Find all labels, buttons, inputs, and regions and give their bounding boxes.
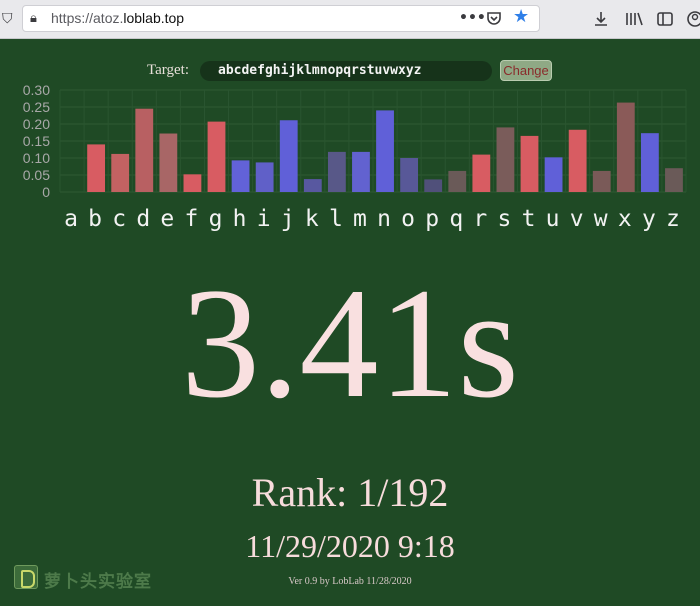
x-tick-label: g [209,206,223,232]
y-tick-label: 0.10 [23,150,50,166]
bar-i [255,162,274,192]
bar-q [448,170,467,192]
bar-z [665,168,683,192]
y-tick-label: 0.30 [23,83,50,98]
download-icon[interactable] [592,10,610,32]
chart-grid [59,89,687,193]
x-tick-label: o [401,206,415,232]
pocket-icon[interactable] [485,9,503,31]
x-tick-label: b [88,206,102,232]
x-tick-label: r [473,206,487,232]
bar-r [472,154,491,192]
loblab-logo-mark [14,565,38,589]
x-tick-label: x [618,206,632,232]
more-icon[interactable]: ••• [459,9,486,27]
library-icon[interactable] [624,10,644,32]
url-prefix: https://atoz. [51,10,124,26]
x-tick-label: t [522,206,536,232]
y-tick-label: 0 [42,184,50,200]
elapsed-time: 3.41s [181,256,519,431]
bar-c [111,153,130,192]
x-tick-label: s [497,206,511,232]
sidebar-icon[interactable] [656,10,674,32]
bar-k [303,179,322,192]
x-tick-label: p [425,206,439,232]
bar-o [400,158,419,192]
loblab-logo-text: 萝卜头实验室 [44,572,152,592]
y-tick-label: 0.20 [23,116,50,132]
bar-l [327,151,346,192]
x-tick-label: d [136,206,150,232]
star-icon[interactable]: ★ [513,8,529,26]
x-tick-label: w [594,206,608,232]
x-tick-label: f [184,206,198,232]
target-label: Target: [147,62,189,78]
y-tick-label: 0.15 [23,133,50,149]
shield-icon[interactable]: ⛉ [2,10,13,28]
bar-y [640,133,659,192]
url-bar[interactable]: 🔒︎ https://atoz.loblab.top ••• ★ [22,5,540,32]
url-host: loblab.top [123,10,185,26]
bar-e [159,133,178,192]
x-tick-label: k [305,206,319,232]
result-datetime: 11/29/2020 9:18 [245,528,455,564]
bar-j [279,120,298,192]
x-tick-label: m [353,206,367,232]
x-tick-label: y [642,206,656,232]
bar-f [183,174,202,192]
x-tick-label: i [257,206,271,232]
page-content: Target: abcdefghijklmnopqrstuvwxyz Chang… [0,39,700,606]
change-button[interactable]: Change [500,60,552,81]
x-tick-label: j [281,206,295,232]
browser-toolbar: ⛉ 🔒︎ https://atoz.loblab.top ••• ★ [0,0,700,39]
x-tick-label: c [112,206,126,232]
lock-icon[interactable]: 🔒︎ [30,10,37,28]
bar-g [207,121,226,192]
x-tick-label: z [666,206,680,232]
bar-n [376,110,394,192]
account-icon[interactable] [686,10,700,32]
bar-m [352,151,370,192]
x-tick-label: v [570,206,584,232]
letter-time-chart: 0.300.250.200.150.100.050a b c d e f g h i j k l m n o… [23,83,687,232]
bar-b [87,144,106,192]
x-tick-label: h [233,206,247,232]
target-input[interactable]: abcdefghijklmnopqrstuvwxyz [200,61,492,81]
bar-h [231,160,250,192]
bar-t [520,135,539,192]
bar-v [568,129,587,192]
url-text[interactable]: https://atoz.loblab.top [51,10,184,26]
x-tick-label: n [377,206,391,232]
bar-d [135,108,154,192]
bar-u [544,157,563,192]
rank-text: Rank: 1/192 [251,470,449,515]
y-tick-label: 0.05 [23,167,50,183]
x-tick-label: a [64,206,78,232]
x-tick-label: u [546,206,560,232]
y-tick-label: 0.25 [23,99,50,115]
bar-w [592,170,611,192]
x-tick-label: q [449,206,463,232]
x-tick-label: l [329,206,343,232]
bar-x [616,102,635,192]
x-tick-label: e [160,206,174,232]
target-row: Target: abcdefghijklmnopqrstuvwxyz Chang… [0,59,700,83]
bar-s [496,127,515,192]
bar-p [424,179,443,192]
